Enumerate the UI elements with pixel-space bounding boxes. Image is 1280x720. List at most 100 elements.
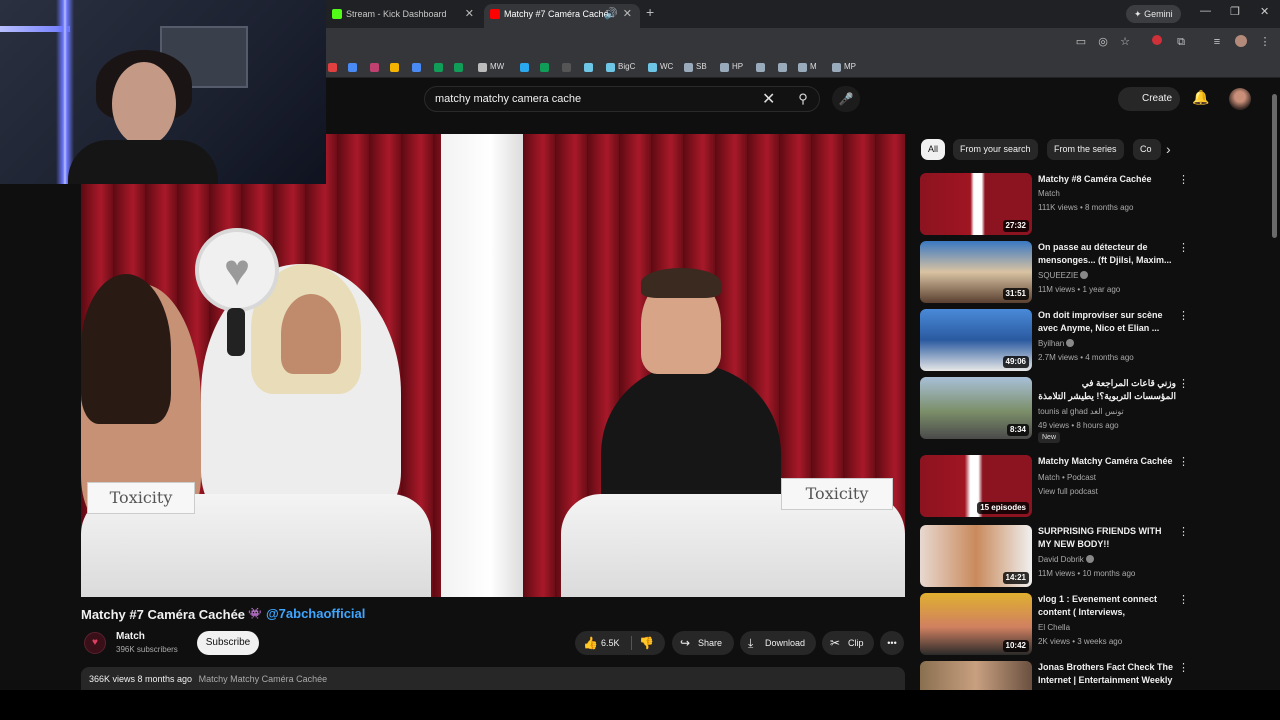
download-button[interactable]: ⤓ Download	[740, 631, 816, 655]
bookmark-icon[interactable]	[584, 60, 596, 74]
more-vertical-icon[interactable]: ⋮	[1178, 455, 1189, 468]
more-vertical-icon[interactable]: ⋮	[1178, 309, 1189, 322]
bookmark-mp[interactable]: MP	[832, 60, 856, 74]
bookmark-icon[interactable]	[778, 60, 790, 74]
more-vertical-icon[interactable]: ⋮	[1178, 661, 1189, 674]
create-button[interactable]: Create	[1118, 87, 1180, 111]
bookmark-icon[interactable]	[370, 60, 382, 74]
description-tag[interactable]: Matchy Matchy Caméra Cachée	[199, 674, 328, 684]
more-vertical-icon[interactable]: ⋮	[1178, 593, 1189, 606]
chip-from-your-search[interactable]: From your search	[953, 139, 1038, 160]
star-icon[interactable]: ☆	[1118, 35, 1132, 49]
more-vertical-icon[interactable]: ⋮	[1178, 377, 1189, 390]
bookmark-icon[interactable]	[520, 60, 532, 74]
related-title[interactable]: vlog 1 : Evenement connect content ( Int…	[1038, 593, 1176, 619]
related-podcast[interactable]: 15 episodes Matchy Matchy Caméra Cachée …	[920, 455, 1270, 519]
search-input[interactable]: matchy matchy camera cache	[424, 86, 820, 112]
related-video[interactable]: 31:51 On passe au détecteur de mensonges…	[920, 241, 1270, 305]
related-channel[interactable]: David Dobrik	[1038, 555, 1094, 564]
more-actions-button[interactable]: •••	[880, 631, 904, 655]
bookmark-bigc[interactable]: BigC	[606, 60, 635, 74]
bookmark-icon[interactable]	[412, 60, 424, 74]
related-channel[interactable]: Byilhan	[1038, 339, 1075, 348]
share-button[interactable]: ↪ Share	[672, 631, 734, 655]
related-video[interactable]: 49:06 On doit improviser sur scène avec …	[920, 309, 1270, 373]
close-tab-icon[interactable]: ✕	[465, 4, 474, 24]
profile-avatar-icon[interactable]	[1234, 35, 1248, 49]
related-video[interactable]: 8:34 وزني قاعات المراجعة في المؤسسات الت…	[920, 377, 1270, 443]
microphone-icon[interactable]: 🎤	[832, 86, 860, 112]
related-title[interactable]: Matchy Matchy Caméra Cachée	[1038, 455, 1176, 468]
bookmark-icon[interactable]	[434, 60, 446, 74]
related-title[interactable]: Matchy #8 Caméra Cachée	[1038, 173, 1176, 186]
eye-off-icon[interactable]: ◎	[1096, 35, 1110, 49]
chevron-right-icon[interactable]: ›	[1166, 141, 1171, 157]
speaker-icon[interactable]: 🔊	[604, 4, 618, 24]
bookmark-sb[interactable]: SB	[684, 60, 707, 74]
chip-all[interactable]: All	[921, 139, 946, 160]
notifications-bell-icon[interactable]: 🔔	[1192, 89, 1209, 106]
bookmark-icon[interactable]	[390, 60, 402, 74]
subscribe-button[interactable]: Subscribe	[197, 631, 259, 655]
video-thumbnail[interactable]: 14:21	[920, 525, 1032, 587]
related-title[interactable]: وزني قاعات المراجعة في المؤسسات التربوية…	[1038, 377, 1176, 403]
channel-name[interactable]: Match	[116, 631, 145, 642]
related-channel[interactable]: SQUEEZIE	[1038, 271, 1089, 280]
view-full-podcast-link[interactable]: View full podcast	[1038, 487, 1098, 496]
thumbs-up-icon[interactable]: 👍	[583, 631, 598, 655]
related-channel[interactable]: tounis al ghad تونس الغد	[1038, 407, 1124, 416]
thumbs-down-icon[interactable]: 👎	[639, 631, 654, 655]
chip-from-the-series[interactable]: From the series	[1047, 139, 1124, 160]
new-tab-button[interactable]: +	[646, 4, 654, 20]
related-title[interactable]: On passe au détecteur de mensonges... (f…	[1038, 241, 1176, 267]
tab-search-icon[interactable]: ≡	[1210, 35, 1224, 49]
bookmark-wc[interactable]: WC	[648, 60, 673, 74]
extension-red-icon[interactable]	[1150, 35, 1164, 49]
video-thumbnail[interactable]: 49:06	[920, 309, 1032, 371]
video-thumbnail[interactable]: 15 episodes	[920, 455, 1032, 517]
bookmark-icon[interactable]	[756, 60, 768, 74]
bookmark-icon[interactable]	[540, 60, 552, 74]
cast-icon[interactable]: ▭	[1074, 35, 1088, 49]
video-thumbnail[interactable]: 8:34	[920, 377, 1032, 439]
channel-avatar[interactable]: ♥	[84, 632, 106, 654]
video-player[interactable]: ♥ Toxicity Toxicity	[81, 134, 905, 597]
description-box[interactable]: 366K views 8 months ago Matchy Matchy Ca…	[81, 667, 905, 691]
maximize-button[interactable]: ❐	[1230, 5, 1240, 18]
related-channel[interactable]: Match	[1038, 189, 1060, 198]
minimize-button[interactable]: —	[1200, 5, 1211, 17]
related-channel[interactable]: Match • Podcast	[1038, 473, 1096, 482]
related-video[interactable]: 10:42 vlog 1 : Evenement connect content…	[920, 593, 1270, 657]
title-mention-link[interactable]: @7abchaofficial	[266, 606, 365, 621]
clip-button[interactable]: ✂ Clip	[822, 631, 874, 655]
related-channel[interactable]: El Chella	[1038, 623, 1070, 632]
menu-icon[interactable]: ⋮	[1258, 35, 1272, 49]
search-icon[interactable]: ⚲	[788, 86, 818, 112]
bookmark-icon[interactable]	[562, 60, 574, 74]
close-window-button[interactable]: ✕	[1260, 5, 1269, 18]
related-video[interactable]: 27:32 Matchy #8 Caméra Cachée Match 111K…	[920, 173, 1270, 237]
chip-more[interactable]: Co	[1133, 139, 1161, 160]
gemini-button[interactable]: ✦ Gemini	[1126, 5, 1181, 23]
video-thumbnail[interactable]: 31:51	[920, 241, 1032, 303]
bookmark-m[interactable]: M	[798, 60, 817, 74]
more-vertical-icon[interactable]: ⋮	[1178, 241, 1189, 254]
video-thumbnail[interactable]	[920, 661, 1032, 691]
puzzle-icon[interactable]: ⧉	[1174, 35, 1188, 49]
video-thumbnail[interactable]: 27:32	[920, 173, 1032, 235]
bookmark-folder-mw[interactable]: MW	[478, 60, 504, 74]
related-video[interactable]: 14:21 SURPRISING FRIENDS WITH MY NEW BOD…	[920, 525, 1270, 589]
tab-kick-dashboard[interactable]: Stream - Kick Dashboard ✕	[326, 4, 482, 28]
bookmark-icon[interactable]	[348, 60, 360, 74]
bookmark-icon[interactable]	[328, 60, 340, 74]
more-vertical-icon[interactable]: ⋮	[1178, 525, 1189, 538]
related-title[interactable]: On doit improviser sur scène avec Anyme,…	[1038, 309, 1176, 335]
page-scrollbar-thumb[interactable]	[1272, 94, 1277, 238]
account-avatar[interactable]	[1229, 88, 1251, 110]
related-title[interactable]: Jonas Brothers Fact Check The Internet |…	[1038, 661, 1176, 687]
more-vertical-icon[interactable]: ⋮	[1178, 173, 1189, 186]
bookmark-hp[interactable]: HP	[720, 60, 743, 74]
clear-search-icon[interactable]: ✕	[762, 89, 775, 109]
related-video[interactable]: Jonas Brothers Fact Check The Internet |…	[920, 661, 1270, 691]
video-thumbnail[interactable]: 10:42	[920, 593, 1032, 655]
